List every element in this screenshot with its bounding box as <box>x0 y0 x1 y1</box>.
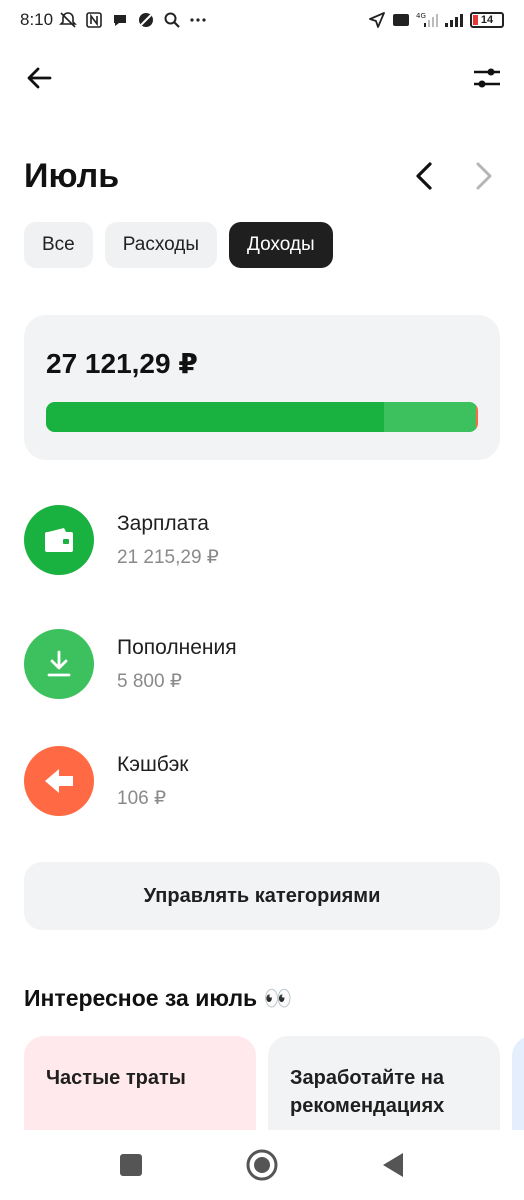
location-icon <box>369 12 385 28</box>
status-bar: 8:10 4G 14 <box>0 0 524 40</box>
battery-level: 14 <box>480 14 494 26</box>
svg-text:4G: 4G <box>416 12 426 20</box>
back-button[interactable] <box>22 62 56 94</box>
square-icon <box>120 1154 142 1176</box>
more-icon <box>190 18 206 22</box>
recents-button[interactable] <box>113 1147 149 1183</box>
tab-expenses[interactable]: Расходы <box>104 222 218 268</box>
chevron-left-icon <box>416 162 432 190</box>
previous-month-button[interactable] <box>408 156 440 196</box>
app-bar <box>0 50 524 106</box>
next-month-button[interactable] <box>468 156 500 196</box>
bar-segment-2 <box>476 402 478 432</box>
month-navigation <box>408 156 500 196</box>
volte-icon <box>393 14 409 26</box>
download-icon <box>24 629 94 699</box>
home-circle-icon <box>246 1149 278 1181</box>
arrow-left-icon <box>24 746 94 816</box>
signal-4g-icon: 4G <box>416 12 438 27</box>
category-topups[interactable]: Пополнения 5 800 ₽ <box>24 619 500 709</box>
income-progress-bar <box>46 402 478 432</box>
tab-all[interactable]: Все <box>24 222 93 268</box>
search-icon <box>164 12 180 28</box>
signal-icon <box>445 14 463 27</box>
interesting-section-title: Интересное за июль 👀 <box>24 985 293 1011</box>
category-name: Кэшбэк <box>117 752 189 776</box>
promo-card-frequent-spending[interactable]: Частые траты <box>24 1036 256 1130</box>
triangle-back-icon <box>383 1153 403 1177</box>
system-nav-bar <box>0 1130 524 1200</box>
total-amount: 27 121,29 ₽ <box>46 348 198 379</box>
chevron-right-icon <box>476 162 492 190</box>
muted-bell-icon <box>59 12 78 28</box>
battery-icon: 14 <box>470 12 504 28</box>
category-amount: 21 215,29 ₽ <box>117 546 219 568</box>
back-nav-button[interactable] <box>375 1147 411 1183</box>
type-tabs: Все Расходы Доходы <box>24 222 333 268</box>
home-button[interactable] <box>244 1147 280 1183</box>
sliders-icon <box>474 68 500 88</box>
month-header: Июль <box>24 148 500 204</box>
system-icons: 4G 14 <box>368 11 504 29</box>
category-name: Зарплата <box>117 511 209 535</box>
manage-categories-button[interactable]: Управлять категориями <box>24 862 500 930</box>
wallet-icon <box>24 505 94 575</box>
status-time: 8:10 <box>20 10 54 29</box>
filter-button[interactable] <box>470 62 504 94</box>
category-amount: 5 800 ₽ <box>117 670 182 692</box>
category-text: Кэшбэк 106 ₽ <box>117 753 189 810</box>
category-name: Пополнения <box>117 635 237 659</box>
bar-segment-0 <box>46 402 384 432</box>
category-amount: 106 ₽ <box>117 787 167 809</box>
tab-income[interactable]: Доходы <box>229 222 333 268</box>
app-icon <box>139 13 154 27</box>
category-salary[interactable]: Зарплата 21 215,29 ₽ <box>24 495 500 585</box>
category-text: Зарплата 21 215,29 ₽ <box>117 512 219 569</box>
category-text: Пополнения 5 800 ₽ <box>117 636 237 693</box>
bar-segment-1 <box>383 402 477 432</box>
interesting-cards: Частые траты Заработайте на рекомендация… <box>24 1036 524 1130</box>
notification-icons <box>59 11 207 29</box>
chat-icon <box>114 15 127 26</box>
nfc-icon <box>86 12 102 28</box>
summary-card: 27 121,29 ₽ <box>24 315 500 460</box>
category-cashback[interactable]: Кэшбэк 106 ₽ <box>24 736 500 826</box>
promo-card-next[interactable] <box>512 1036 524 1130</box>
arrow-back-icon <box>27 67 52 89</box>
promo-card-recommendations[interactable]: Заработайте на рекомендациях <box>268 1036 500 1130</box>
page-title: Июль <box>24 156 120 195</box>
